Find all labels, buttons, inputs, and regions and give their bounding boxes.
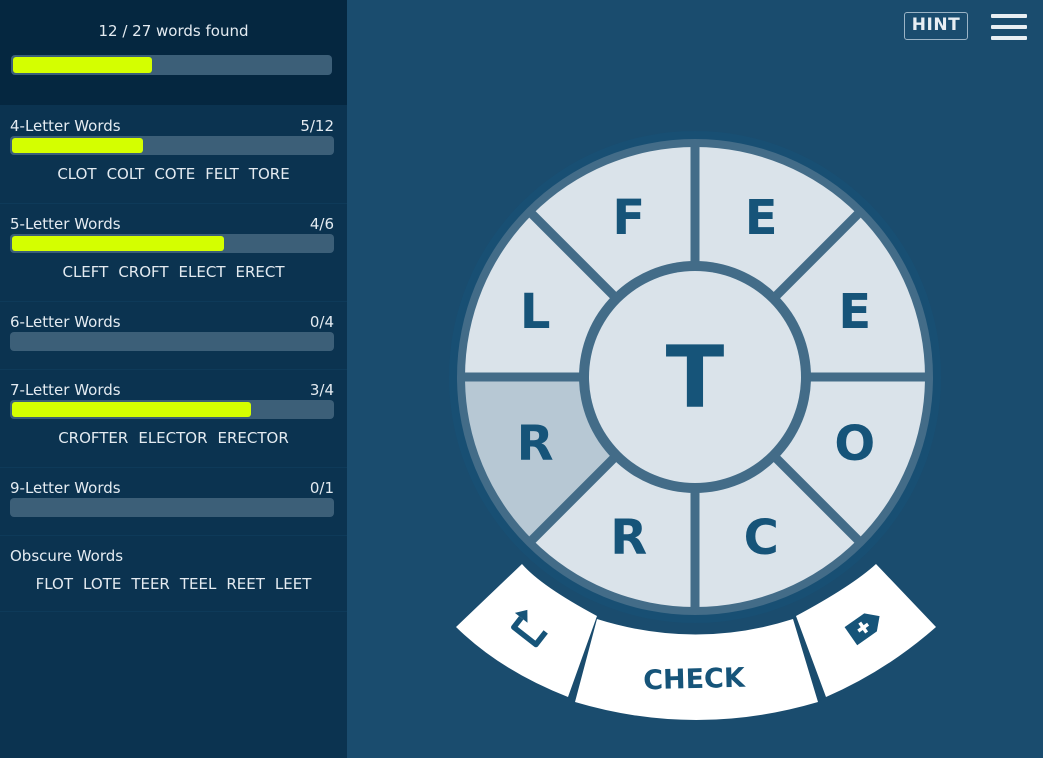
wheel-letter: R (517, 416, 554, 472)
wheel-letter: R (610, 510, 647, 566)
letter-wheel: T E E OC RR L F CHECK (449, 131, 941, 720)
wheel-letter: C (744, 510, 779, 566)
center-letter: T (666, 328, 725, 428)
wheel-center: T (579, 261, 811, 493)
check-button[interactable]: CHECK (575, 619, 818, 720)
wheel-letter: L (520, 284, 551, 340)
wheel-letter: F (612, 190, 645, 246)
wheel-letter: E (745, 190, 778, 246)
wheel-letter: O (834, 416, 875, 472)
wheel-letter: E (838, 284, 871, 340)
check-button-label: CHECK (643, 663, 746, 697)
